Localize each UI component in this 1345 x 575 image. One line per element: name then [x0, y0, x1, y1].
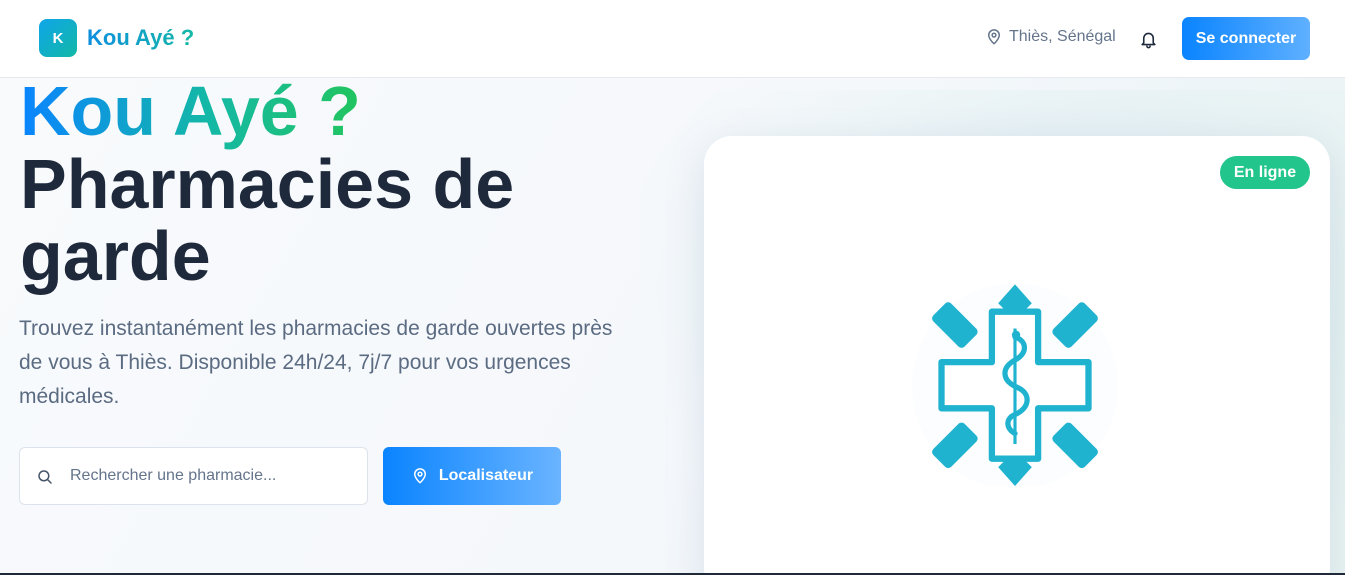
location-pin-icon: [988, 29, 1000, 45]
pharmacy-cross-icon: [912, 283, 1118, 486]
locator-label: Localisateur: [438, 467, 534, 484]
location-pin-icon: [413, 468, 426, 484]
location-label: Thiès, Sénégal: [1009, 28, 1116, 45]
pharmacy-card: En ligne: [704, 136, 1330, 575]
locator-button[interactable]: Localisateur: [383, 447, 561, 505]
bell-icon[interactable]: [1139, 29, 1158, 49]
hero-description: Trouvez instantanément les pharmacies de…: [19, 317, 613, 408]
hero-title: Pharmacies de garde: [20, 145, 515, 295]
location-selector[interactable]: Thiès, Sénégal: [985, 28, 1116, 46]
brand-logo[interactable]: K: [39, 19, 77, 57]
top-navbar: K Kou Ayé ? Thiès, Sénégal Se connecter: [0, 0, 1345, 78]
status-badge: En ligne: [1220, 156, 1310, 189]
search-icon: [38, 470, 52, 484]
login-button[interactable]: Se connecter: [1182, 17, 1310, 60]
search-bar[interactable]: [19, 447, 368, 505]
brand-name[interactable]: Kou Ayé ?: [87, 25, 194, 51]
hero-title-brand: Kou Ayé ?: [20, 72, 361, 150]
search-input[interactable]: [70, 448, 360, 504]
brand[interactable]: K Kou Ayé ?: [39, 19, 194, 57]
